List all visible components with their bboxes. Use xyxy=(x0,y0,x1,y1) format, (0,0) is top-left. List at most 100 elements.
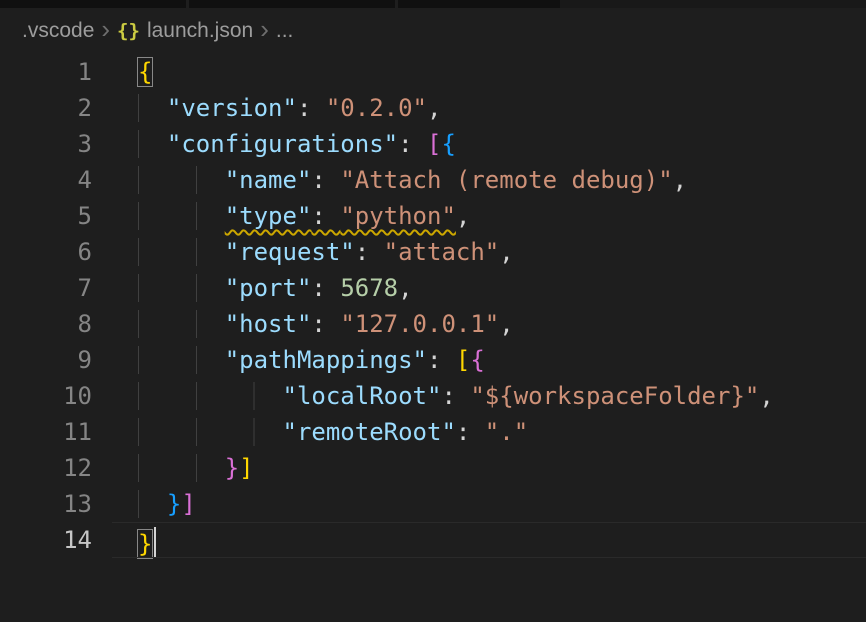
code-token: , xyxy=(499,238,513,266)
code-line[interactable]: 8 "host": "127.0.0.1", xyxy=(0,306,866,342)
code-token: "type" xyxy=(225,202,312,230)
code-editor[interactable]: 1{2 "version": "0.2.0",3 "configurations… xyxy=(0,54,866,558)
line-number[interactable]: 14 xyxy=(0,522,92,558)
code-line-text: }] xyxy=(138,450,254,486)
code-token: ] xyxy=(239,454,253,482)
code-token: { xyxy=(470,346,484,374)
line-number[interactable]: 1 xyxy=(0,54,92,90)
chevron-right-icon: › xyxy=(260,16,269,42)
code-line[interactable]: 4 "name": "Attach (remote debug)", xyxy=(0,162,866,198)
code-token: "python" xyxy=(340,202,456,230)
code-token: : xyxy=(311,166,340,194)
code-line[interactable]: 10 "localRoot": "${workspaceFolder}", xyxy=(0,378,866,414)
code-token: } xyxy=(138,530,152,558)
line-number[interactable]: 8 xyxy=(0,306,92,342)
breadcrumb-item-file[interactable]: launch.json xyxy=(147,19,253,43)
vscode-editor-window: .vscode › {} launch.json › ... 1{2 "vers… xyxy=(0,0,866,622)
code-line[interactable]: 3 "configurations": [{ xyxy=(0,126,866,162)
breadcrumb-item-symbol[interactable]: ... xyxy=(276,19,294,43)
code-line-text: "host": "127.0.0.1", xyxy=(138,306,514,342)
code-token: , xyxy=(456,202,470,230)
code-token: "pathMappings" xyxy=(225,346,427,374)
code-token: "attach" xyxy=(384,238,500,266)
code-line[interactable]: 11 "remoteRoot": "." xyxy=(0,414,866,450)
line-number[interactable]: 2 xyxy=(0,90,92,126)
indent-guides xyxy=(138,166,225,194)
indent-guides xyxy=(138,418,283,446)
chevron-right-icon: › xyxy=(101,16,110,42)
code-line-text: "name": "Attach (remote debug)", xyxy=(138,162,687,198)
code-line[interactable]: 1{ xyxy=(0,54,866,90)
code-token: : xyxy=(456,418,485,446)
code-line[interactable]: 12 }] xyxy=(0,450,866,486)
code-token: { xyxy=(441,130,455,158)
json-file-icon: {} xyxy=(117,20,140,42)
code-line[interactable]: 13 }] xyxy=(0,486,866,522)
code-token: "0.2.0" xyxy=(326,94,427,122)
code-token: , xyxy=(398,274,412,302)
code-token: : xyxy=(355,238,384,266)
breadcrumb-item-folder[interactable]: .vscode xyxy=(22,19,94,43)
line-number[interactable]: 5 xyxy=(0,198,92,234)
code-token: "configurations" xyxy=(167,130,398,158)
code-token: "port" xyxy=(225,274,312,302)
breadcrumb: .vscode › {} launch.json › ... xyxy=(0,8,866,54)
line-number[interactable]: 3 xyxy=(0,126,92,162)
line-number[interactable]: 10 xyxy=(0,378,92,414)
code-line[interactable]: 2 "version": "0.2.0", xyxy=(0,90,866,126)
code-token: { xyxy=(138,58,152,86)
tab-bar-strip xyxy=(0,0,866,8)
code-token: "localRoot" xyxy=(283,382,442,410)
code-token: : xyxy=(311,202,340,230)
code-token: , xyxy=(427,94,441,122)
line-number[interactable]: 4 xyxy=(0,162,92,198)
code-line-text: "localRoot": "${workspaceFolder}", xyxy=(138,378,774,414)
indent-guides xyxy=(138,382,283,410)
code-token: [ xyxy=(456,346,470,374)
code-line-text: "version": "0.2.0", xyxy=(138,90,441,126)
code-token: } xyxy=(225,454,239,482)
code-token: , xyxy=(759,382,773,410)
line-number[interactable]: 11 xyxy=(0,414,92,450)
code-token: : xyxy=(398,130,427,158)
code-token: "Attach (remote debug)" xyxy=(340,166,672,194)
code-token: "." xyxy=(485,418,528,446)
code-token: : xyxy=(441,382,470,410)
code-token: : xyxy=(427,346,456,374)
tab-separator xyxy=(186,0,189,8)
indent-guides xyxy=(138,490,167,518)
indent-guides xyxy=(138,310,225,338)
code-line-text: }] xyxy=(138,486,196,522)
indent-guides xyxy=(138,274,225,302)
code-line[interactable]: 6 "request": "attach", xyxy=(0,234,866,270)
code-token: "host" xyxy=(225,310,312,338)
indent-guides xyxy=(138,130,167,158)
tab-bar-empty-space xyxy=(560,0,866,8)
code-line[interactable]: 5 "type": "python", xyxy=(0,198,866,234)
code-line-text: "pathMappings": [{ xyxy=(138,342,485,378)
code-line-text: "request": "attach", xyxy=(138,234,514,270)
text-cursor xyxy=(154,527,156,557)
line-number[interactable]: 6 xyxy=(0,234,92,270)
line-number[interactable]: 7 xyxy=(0,270,92,306)
code-line-text: "remoteRoot": "." xyxy=(138,414,528,450)
line-number[interactable]: 9 xyxy=(0,342,92,378)
code-line-text: "port": 5678, xyxy=(138,270,413,306)
code-line[interactable]: 9 "pathMappings": [{ xyxy=(0,342,866,378)
indent-guides xyxy=(138,238,225,266)
code-line[interactable]: 14} xyxy=(0,522,866,558)
code-line-text: } xyxy=(138,522,156,558)
code-token: , xyxy=(673,166,687,194)
code-token: ] xyxy=(181,490,195,518)
indent-guides xyxy=(138,94,167,122)
code-token: : xyxy=(311,274,340,302)
code-token: "request" xyxy=(225,238,355,266)
line-number[interactable]: 13 xyxy=(0,486,92,522)
code-token: : xyxy=(297,94,326,122)
indent-guides xyxy=(138,202,225,230)
code-token: "name" xyxy=(225,166,312,194)
line-number[interactable]: 12 xyxy=(0,450,92,486)
code-token: "version" xyxy=(167,94,297,122)
code-line-text: "configurations": [{ xyxy=(138,126,456,162)
code-line[interactable]: 7 "port": 5678, xyxy=(0,270,866,306)
